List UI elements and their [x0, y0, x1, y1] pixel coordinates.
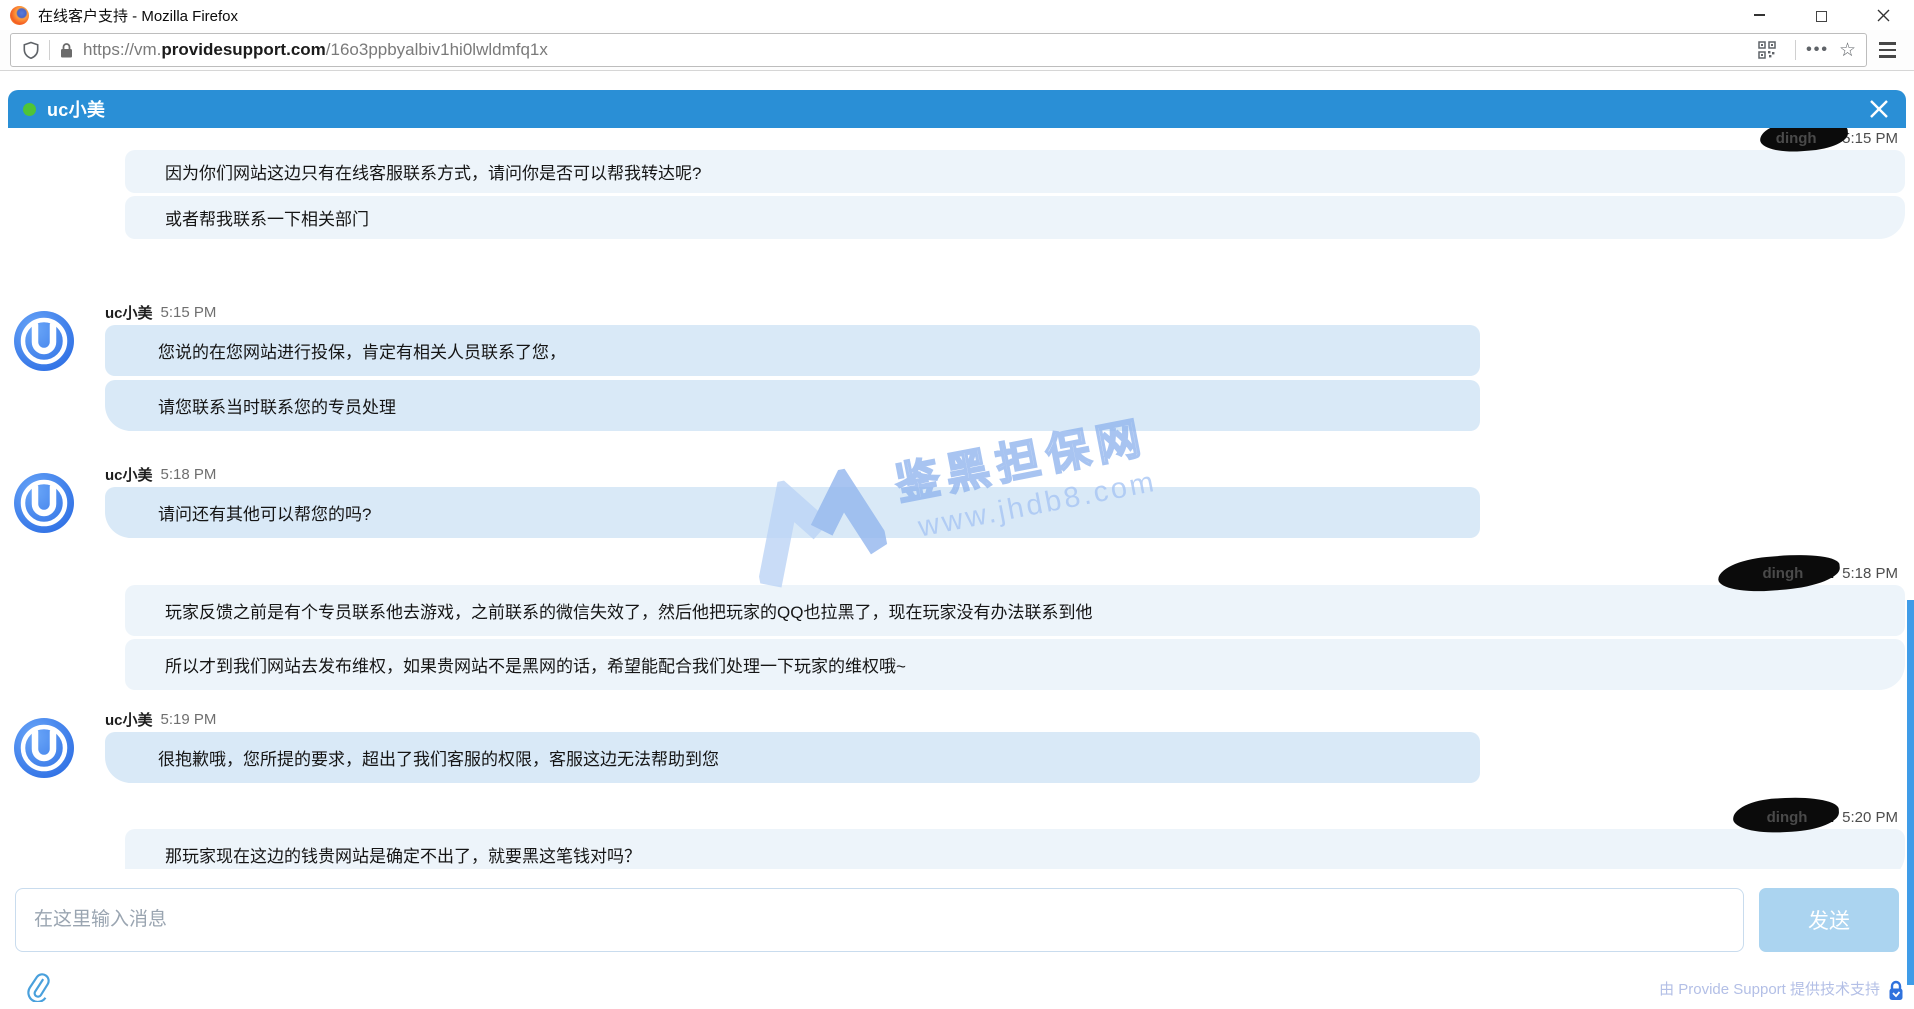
timestamp: 5:19 PM: [161, 711, 217, 728]
timestamp: 5:20 PM: [1842, 809, 1898, 826]
lock-icon[interactable]: [59, 42, 74, 59]
message-group-visitor: dingh an 5:15 PM 因为你们网站这边只有在线客服联系方式，请问你是…: [8, 128, 1906, 239]
url-bar-row: https://vm.providesupport.com/16o3ppbyal…: [0, 30, 1914, 71]
timestamp: 5:18 PM: [1842, 565, 1898, 582]
agent-message: 请问还有其他可以帮您的吗?: [105, 487, 1480, 538]
agent-label: uc小美 5:18 PM: [105, 465, 1906, 483]
visitor-message: 玩家反馈之前是有个专员联系他去游戏，之前联系的微信失效了，然后他把玩家的QQ也拉…: [125, 585, 1905, 636]
composer: 发送 由 Provide Support 提供技术支持: [0, 869, 1914, 1009]
message-group-agent: uc小美 5:19 PM 很抱歉哦，您所提的要求，超出了我们客服的权限，客服这边…: [8, 710, 1906, 787]
visitor-label: dingh an 5:15 PM: [8, 128, 1906, 148]
timestamp: 5:18 PM: [161, 466, 217, 483]
menu-icon[interactable]: [1879, 40, 1896, 60]
timestamp: 5:15 PM: [161, 304, 217, 321]
qr-code-icon[interactable]: [1758, 41, 1776, 59]
agent-avatar: [14, 473, 74, 533]
shield-icon[interactable]: [22, 41, 40, 60]
send-button[interactable]: 发送: [1759, 888, 1899, 952]
message-group-agent: uc小美 5:18 PM 请问还有其他可以帮您的吗?: [8, 465, 1906, 542]
window-controls: [1728, 0, 1914, 30]
close-chat-button[interactable]: [1868, 98, 1890, 120]
agent-message: 很抱歉哦，您所提的要求，超出了我们客服的权限，客服这边无法帮助到您: [105, 732, 1480, 783]
close-window-button[interactable]: [1852, 0, 1914, 30]
agent-label: uc小美 5:19 PM: [105, 710, 1906, 728]
online-status-dot: [23, 103, 36, 116]
url-field[interactable]: https://vm.providesupport.com/16o3ppbyal…: [10, 33, 1867, 67]
agent-avatar: [14, 311, 74, 371]
visitor-message: 或者帮我联系一下相关部门: [125, 196, 1905, 239]
title-bar: 在线客户支持 - Mozilla Firefox: [0, 0, 1914, 30]
close-icon: [1868, 98, 1890, 120]
chat-header: uc小美: [8, 90, 1906, 128]
url-text: https://vm.providesupport.com/16o3ppbyal…: [83, 40, 548, 60]
message-group-visitor: dingh igan 5:18 PM 玩家反馈之前是有个专员联系他去游戏，之前联…: [8, 563, 1906, 690]
visitor-name-redacted: dingh: [1767, 809, 1808, 826]
powered-by-text[interactable]: 由 Provide Support 提供技术支持: [1659, 978, 1880, 999]
paperclip-icon[interactable]: [25, 971, 51, 1002]
visitor-name-redacted: dingh: [1762, 565, 1803, 582]
firefox-window: 在线客户支持 - Mozilla Firefox https://vm.prov…: [0, 0, 1914, 1009]
agent-name: uc小美: [47, 96, 105, 122]
agent-message: 请您联系当时联系您的专员处理: [105, 380, 1480, 431]
restore-icon: [1816, 11, 1827, 22]
restore-button[interactable]: [1790, 0, 1852, 30]
timestamp: 5:15 PM: [1842, 130, 1898, 147]
agent-message: 您说的在您网站进行投保，肯定有相关人员联系了您，: [105, 325, 1480, 376]
agent-label: uc小美 5:15 PM: [105, 303, 1906, 321]
visitor-message: 所以才到我们网站去发布维权，如果贵网站不是黑网的话，希望能配合我们处理一下玩家的…: [125, 639, 1905, 690]
agent-avatar: [14, 718, 74, 778]
minimize-icon: [1754, 14, 1765, 15]
message-group-agent: uc小美 5:15 PM 您说的在您网站进行投保，肯定有相关人员联系了您， 请您…: [8, 303, 1906, 435]
secure-lock-icon: [1888, 980, 1904, 1001]
composer-footer: 由 Provide Support 提供技术支持: [25, 971, 1904, 1002]
page-actions-icon[interactable]: •••: [1806, 41, 1829, 59]
message-input[interactable]: [15, 888, 1744, 952]
bookmark-star-icon[interactable]: ☆: [1839, 41, 1856, 60]
firefox-icon: [10, 6, 29, 25]
close-icon: [1877, 9, 1890, 22]
divider: [1795, 40, 1796, 60]
visitor-label: dingh igan 5:18 PM: [8, 563, 1906, 583]
visitor-message: 因为你们网站这边只有在线客服联系方式，请问你是否可以帮我转达呢?: [125, 150, 1905, 193]
window-title: 在线客户支持 - Mozilla Firefox: [38, 5, 238, 26]
divider: [49, 40, 50, 60]
visitor-label: dingh gan 5:20 PM: [8, 807, 1906, 827]
minimize-button[interactable]: [1728, 0, 1790, 30]
visitor-name-redacted: dingh: [1776, 130, 1817, 147]
scrollbar-thumb[interactable]: [1907, 600, 1914, 985]
